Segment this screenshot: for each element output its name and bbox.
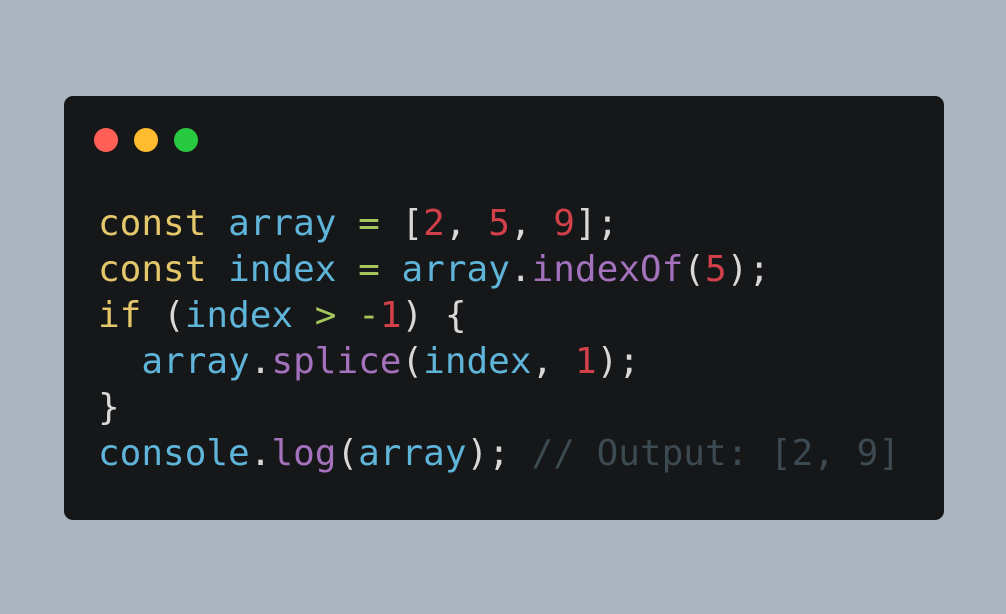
token-punctuation [336,295,358,336]
token-identifier: array [141,341,250,382]
token-function: indexOf [531,249,684,290]
token-punctuation: ( [336,433,359,474]
code-block: const array = [2, 5, 9]; const index = ar… [98,201,900,477]
token-punctuation [293,295,315,336]
token-punctuation [510,433,532,474]
token-punctuation [206,249,228,290]
token-identifier: array [228,203,337,244]
token-punctuation [380,249,402,290]
token-punctuation [336,249,358,290]
token-operator: - [358,295,380,336]
token-punctuation: , [509,203,554,244]
token-operator: = [358,249,380,290]
token-punctuation: ); [466,433,510,474]
token-punctuation: ( [141,295,185,336]
close-dot-icon[interactable] [94,128,118,152]
token-number: 5 [488,203,510,244]
minimize-dot-icon[interactable] [134,128,158,152]
token-identifier: index [184,295,294,336]
token-keyword: if [98,295,142,336]
token-identifier: index [228,249,337,290]
token-keyword: const [98,249,207,290]
token-punctuation: ) { [401,295,467,336]
window-controls [94,128,198,152]
token-operator: > [314,295,337,336]
token-comment: // Output: [2, 9] [531,433,901,474]
token-punctuation: . [249,341,272,382]
token-identifier: array [401,249,510,290]
token-keyword: const [98,203,207,244]
token-identifier: index [423,341,532,382]
token-punctuation [206,203,228,244]
code-line-3: if (index > -1) { [98,293,900,339]
code-line-5: } [98,385,900,431]
token-punctuation: . [249,433,272,474]
code-line-1: const array = [2, 5, 9]; [98,201,900,247]
token-punctuation: [ [379,203,424,244]
token-number: 9 [553,203,575,244]
token-operator: = [358,203,380,244]
token-punctuation [336,203,358,244]
code-line-6: console.log(array); // Output: [2, 9] [98,431,900,477]
token-function: splice [271,341,402,382]
token-number: 1 [574,341,597,382]
token-punctuation: ( [683,249,705,290]
token-punctuation: ); [596,341,640,382]
token-identifier: array [358,433,467,474]
token-identifier: console [98,433,250,474]
token-punctuation: . [509,249,532,290]
code-line-2: const index = array.indexOf(5); [98,247,900,293]
token-number: 5 [704,249,727,290]
token-punctuation: } [98,387,120,428]
code-line-4: array.splice(index, 1); [98,339,900,385]
token-punctuation: ( [401,341,424,382]
token-punctuation [98,341,141,382]
token-function: log [271,433,337,474]
token-punctuation: , [531,341,575,382]
token-punctuation: ]; [574,203,619,244]
maximize-dot-icon[interactable] [174,128,198,152]
token-number: 2 [423,203,445,244]
token-punctuation: , [444,203,489,244]
token-number: 1 [379,295,402,336]
token-punctuation: ); [726,249,771,290]
code-window: const array = [2, 5, 9]; const index = ar… [64,96,944,520]
